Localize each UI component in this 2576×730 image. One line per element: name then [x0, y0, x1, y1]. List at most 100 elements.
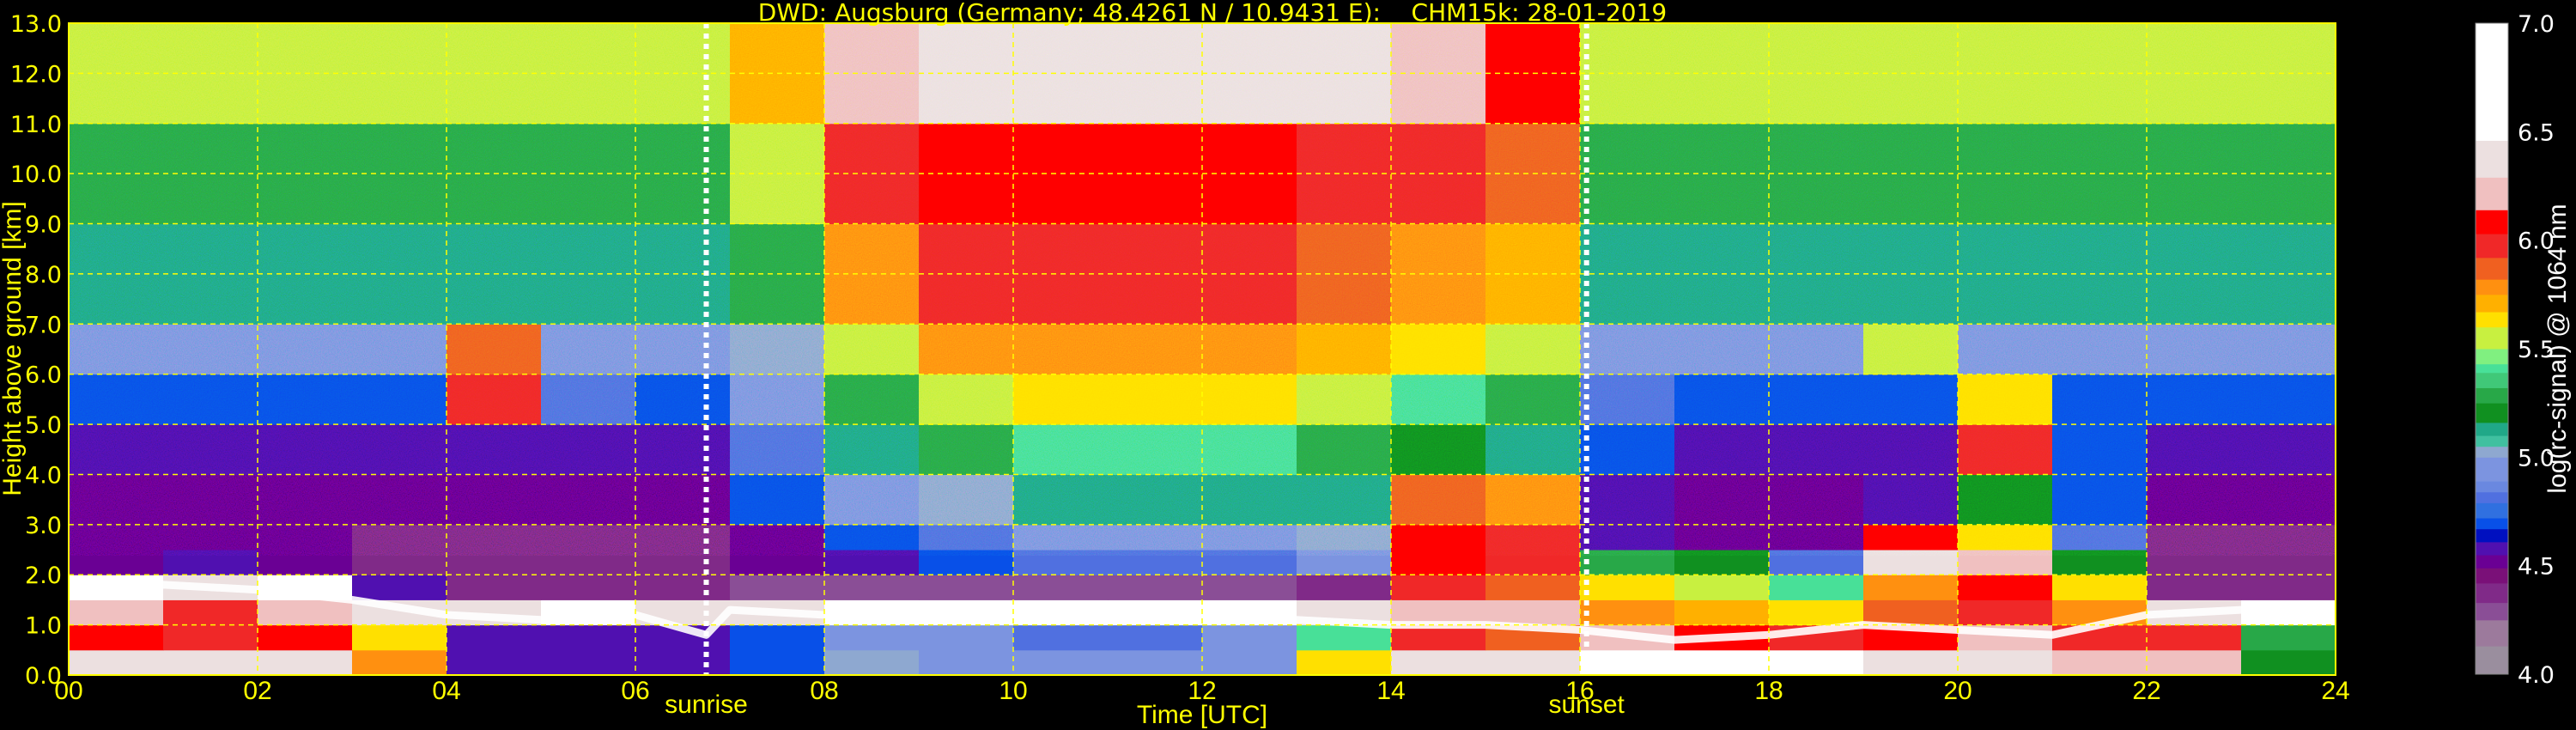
- colorbar-tick-label: 4.0: [2518, 662, 2555, 689]
- x-tick-label: 06: [621, 677, 649, 705]
- heatmap-cell: [1863, 575, 1959, 600]
- x-tick-label: 10: [999, 677, 1027, 705]
- x-tick-label: 02: [243, 677, 271, 705]
- x-tick-label: 20: [1943, 677, 1971, 705]
- colorbar-segment: [2476, 457, 2508, 482]
- y-tick-label: 12.0: [10, 61, 62, 88]
- heatmap-cell: [1674, 575, 1770, 600]
- colorbar-segment: [2476, 502, 2508, 519]
- x-tick-label: 24: [2321, 677, 2349, 705]
- colorbar-segment: [2476, 446, 2508, 458]
- heatmap-cell: [1863, 599, 1959, 626]
- colorbar-segment: [2476, 257, 2508, 280]
- y-tick-label: 6.0: [25, 362, 62, 389]
- heatmap-cell: [541, 575, 636, 600]
- x-tick-label: 16: [1565, 677, 1594, 705]
- heatmap-cell: [1108, 575, 1203, 600]
- colorbar-segment: [2476, 177, 2508, 210]
- colorbar-segment: [2476, 619, 2508, 647]
- colorbar-segment: [2476, 435, 2508, 447]
- heatmap-cell: [2241, 624, 2336, 651]
- heatmap-cell: [2241, 575, 2336, 600]
- heatmap-cell: [919, 575, 1014, 600]
- y-tick-label: 2.0: [25, 563, 62, 589]
- colorbar-tick-label: 7.0: [2518, 11, 2555, 38]
- heatmap-cell: [1863, 649, 1959, 675]
- x-tick-label: 08: [810, 677, 838, 705]
- heatmap-cell: [1013, 624, 1109, 651]
- colorbar-segment: [2476, 210, 2508, 234]
- x-tick-label: 14: [1376, 677, 1405, 705]
- heatmap-cell: [258, 624, 353, 651]
- heatmap-cell: [1769, 599, 1864, 626]
- heatmap-cell: [1202, 649, 1297, 675]
- y-tick-label: 5.0: [25, 412, 62, 439]
- y-tick-label: 13.0: [10, 11, 62, 38]
- sunrise-label: sunrise: [665, 690, 748, 719]
- heatmap-cell: [1297, 624, 1392, 651]
- colorbar-segment: [2476, 555, 2508, 569]
- heatmap-cell: [447, 575, 542, 600]
- x-tick-label: 18: [1754, 677, 1783, 705]
- heatmap-cell: [1485, 649, 1581, 675]
- heatmap-cell: [1674, 649, 1770, 675]
- colorbar-segment: [2476, 422, 2508, 436]
- heatmap-cell: [258, 649, 353, 675]
- heatmap-cell: [2052, 575, 2148, 600]
- heatmap-cell: [1769, 649, 1864, 675]
- heatmap-cell: [1580, 649, 1675, 675]
- heatmap-cell: [730, 624, 825, 651]
- y-tick-label: 10.0: [10, 161, 62, 188]
- y-tick-label: 4.0: [25, 462, 62, 489]
- colorbar-segment: [2476, 372, 2508, 388]
- colorbar-segment: [2476, 481, 2508, 493]
- heatmap-cell: [1391, 575, 1486, 600]
- colorbar-segment: [2476, 403, 2508, 423]
- colorbar-segment: [2476, 349, 2508, 365]
- colorbar-segment: [2476, 140, 2508, 178]
- y-axis-label: Height above ground [km]: [0, 201, 27, 496]
- colorbar-segment: [2476, 312, 2508, 328]
- colorbar-segment: [2476, 326, 2508, 350]
- colorbar-segment: [2476, 23, 2508, 141]
- heatmap-cell: [163, 599, 258, 626]
- heatmap-cell: [1108, 624, 1203, 651]
- heatmap-cell: [69, 624, 164, 651]
- colorbar-tick-label: 6.5: [2518, 119, 2555, 146]
- heatmap-cell: [1297, 649, 1392, 675]
- heatmap-cell: [730, 575, 825, 600]
- heatmap-cell: [352, 575, 447, 600]
- colorbar-segment: [2476, 541, 2508, 556]
- heatmap-cell: [1958, 575, 2053, 600]
- heatmap-cell: [447, 624, 542, 651]
- heatmap-cell: [1580, 575, 1675, 600]
- heatmap-cell: [163, 649, 258, 675]
- colorbar-segment: [2476, 582, 2508, 604]
- heatmap-cell: [1580, 599, 1675, 626]
- heatmap-cell: [541, 649, 636, 675]
- y-tick-label: 1.0: [25, 613, 62, 640]
- heatmap-cell: [919, 624, 1014, 651]
- colorbar-tick-label: 4.5: [2518, 554, 2555, 581]
- heatmap-cell: [69, 599, 164, 626]
- heatmap-cell: [2241, 649, 2336, 675]
- x-axis-label: Time [UTC]: [1137, 701, 1267, 729]
- heatmap-cell: [919, 649, 1014, 675]
- heatmap-cell: [1674, 599, 1770, 626]
- colorbar-segment: [2476, 568, 2508, 584]
- heatmap-cell: [730, 649, 825, 675]
- heatmap-cell: [1391, 649, 1486, 675]
- colorbar-segment: [2476, 279, 2508, 295]
- y-tick-label: 11.0: [10, 112, 62, 138]
- y-tick-label: 0.0: [25, 663, 62, 690]
- colorbar-segment: [2476, 602, 2508, 621]
- colorbar: [2475, 22, 2509, 675]
- colorbar-segment: [2476, 387, 2508, 404]
- heatmap-cell: [1202, 624, 1297, 651]
- heatmap-cell: [352, 624, 447, 651]
- heatmap-cell: [2052, 649, 2148, 675]
- x-tick-label: 22: [2132, 677, 2160, 705]
- heatmap-cell: [635, 575, 731, 600]
- heatmap-cell: [541, 624, 636, 651]
- heatmap-cell: [1297, 575, 1392, 600]
